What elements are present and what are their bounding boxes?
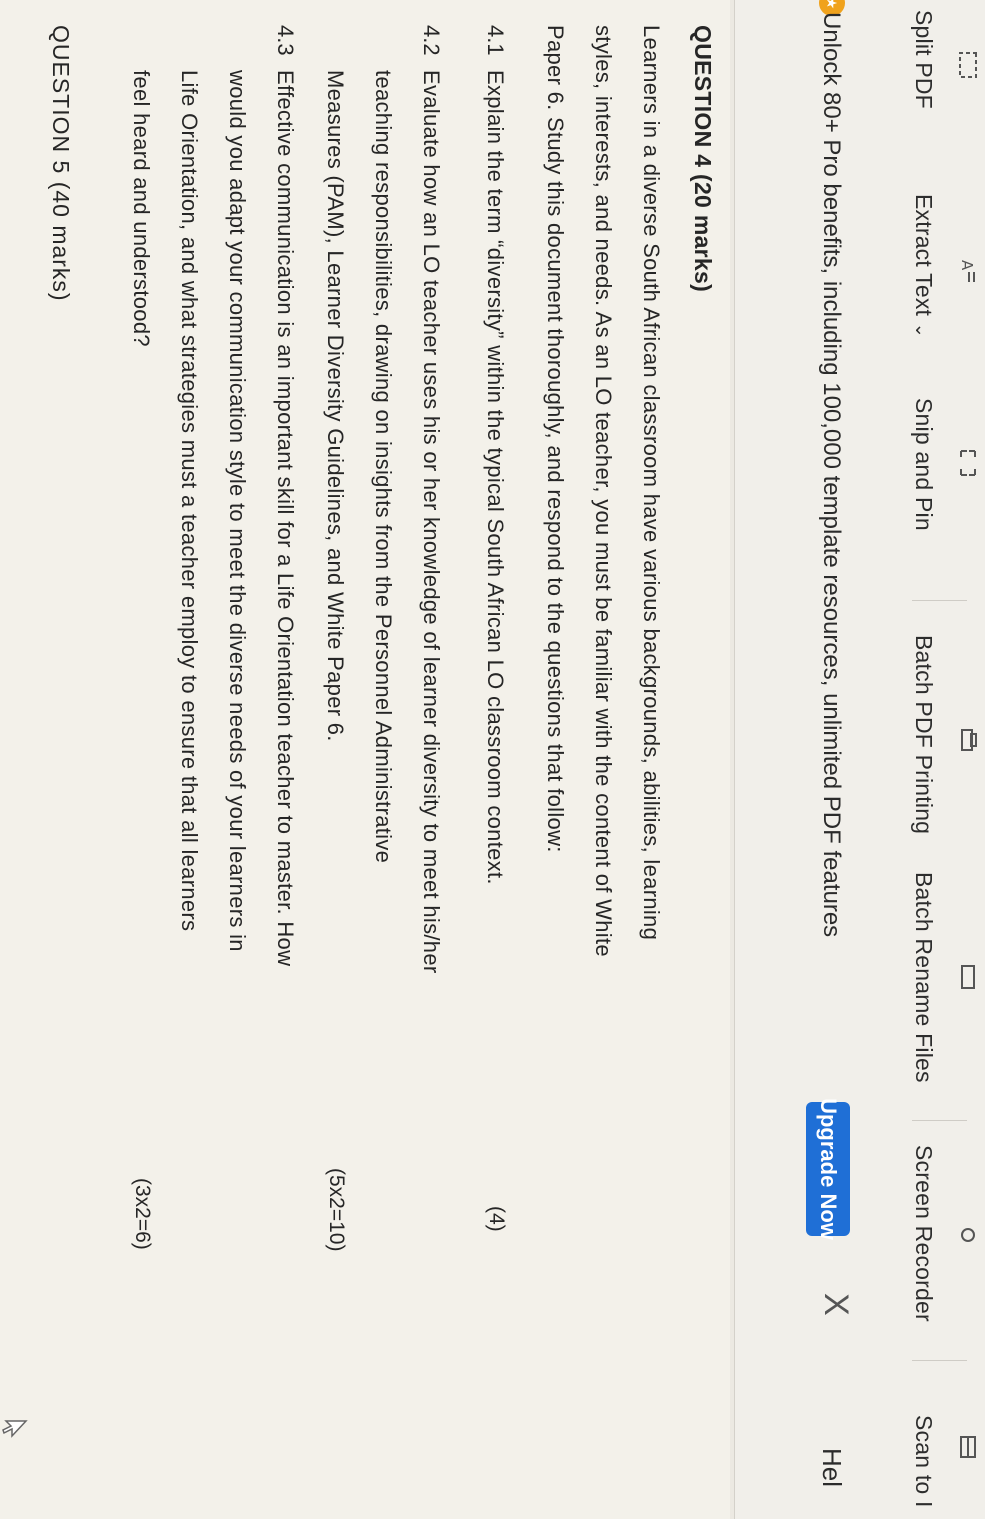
- snip-and-pin-button[interactable]: Snip and Pin: [735, 390, 985, 535]
- intro-line: Learners in a diverse South African clas…: [639, 25, 664, 941]
- extract-text-label-wrap: Extract Text ⌄: [910, 194, 937, 338]
- question-4-3-marks: (3x2=6): [131, 1178, 154, 1250]
- question-4-3-line: feel heard and understood?: [129, 70, 154, 347]
- close-icon[interactable]: X: [817, 1293, 855, 1316]
- chevron-down-icon[interactable]: ⌄: [912, 323, 932, 338]
- upgrade-banner: ★ Unlock 80+ Pro benefits, including 100…: [799, 0, 855, 1519]
- split-pdf-icon: [957, 46, 979, 84]
- screen-recorder-icon: [957, 1216, 979, 1254]
- help-link[interactable]: Hel: [816, 1448, 847, 1487]
- scan-label: Scan to I: [911, 1415, 937, 1508]
- batch-pdf-printing-label: Batch PDF Printing: [911, 635, 937, 835]
- batch-rename-files-button[interactable]: Batch Rename Files: [735, 862, 985, 1092]
- question-4-heading: QUESTION 4 (20 marks): [690, 25, 716, 293]
- toolbar: Split PDF A Extract Text ⌄ Snip and Pin: [734, 0, 985, 1519]
- question-4-2-line: teaching responsibilities, drawing on in…: [371, 70, 396, 864]
- batch-rename-files-label: Batch Rename Files: [911, 872, 937, 1083]
- batch-print-icon: [957, 721, 979, 759]
- question-number: 4.2: [419, 25, 444, 56]
- document-page: QUESTION 4 (20 marks) Learners in a dive…: [0, 0, 730, 1519]
- snip-pin-icon: [957, 444, 979, 482]
- intro-line: styles, interests, and needs. As an LO t…: [591, 25, 616, 957]
- toolbar-divider: [912, 1120, 967, 1121]
- question-5-heading: QUESTION 5 (40 marks): [48, 25, 74, 302]
- batch-pdf-printing-button[interactable]: Batch PDF Printing: [735, 625, 985, 855]
- upgrade-now-button[interactable]: Upgrade Now: [806, 1098, 850, 1240]
- extract-text-icon: A: [957, 252, 979, 290]
- question-number: 4.3: [273, 25, 298, 56]
- extract-text-button[interactable]: A Extract Text ⌄: [735, 188, 985, 353]
- question-4-3-line: would you adapt your communication style…: [225, 70, 250, 952]
- question-4-2-line: Measures (PAM), Learner Diversity Guidel…: [323, 70, 348, 742]
- question-4-1-marks: (4): [485, 1206, 508, 1232]
- toolbar-divider: [912, 600, 967, 601]
- question-4-1-text: Explain the term “diversity” within the …: [483, 70, 508, 885]
- toolbar-divider: [912, 1360, 967, 1361]
- extract-text-label: Extract Text: [911, 194, 937, 317]
- scan-icon: [957, 1428, 979, 1466]
- question-4-2-line: Evaluate how an LO teacher uses his or h…: [419, 70, 444, 974]
- svg-text:A: A: [958, 260, 976, 271]
- split-pdf-button[interactable]: Split PDF: [735, 0, 985, 130]
- banner-text: Unlock 80+ Pro benefits, including 100,0…: [818, 12, 845, 938]
- app-window: Split PDF A Extract Text ⌄ Snip and Pin: [0, 0, 985, 1519]
- screenshot-stage: Split PDF A Extract Text ⌄ Snip and Pin: [0, 0, 985, 1519]
- question-4-3-line: Effective communication is an important …: [273, 70, 298, 967]
- screen-recorder-button[interactable]: Screen Recorder: [735, 1135, 985, 1335]
- batch-rename-icon: [957, 958, 979, 996]
- text-cursor-icon: [2, 1418, 28, 1442]
- screen-recorder-label: Screen Recorder: [911, 1145, 937, 1322]
- question-4-3-line: Life Orientation, and what strategies mu…: [177, 70, 202, 932]
- split-pdf-label: Split PDF: [911, 10, 937, 109]
- question-number: 4.1: [483, 25, 508, 56]
- scan-button[interactable]: Scan to I: [735, 1375, 985, 1519]
- question-4-2-marks: (5x2=10): [325, 1168, 348, 1252]
- snip-and-pin-label: Snip and Pin: [911, 398, 937, 531]
- intro-line: Paper 6. Study this document thoroughly,…: [543, 25, 568, 853]
